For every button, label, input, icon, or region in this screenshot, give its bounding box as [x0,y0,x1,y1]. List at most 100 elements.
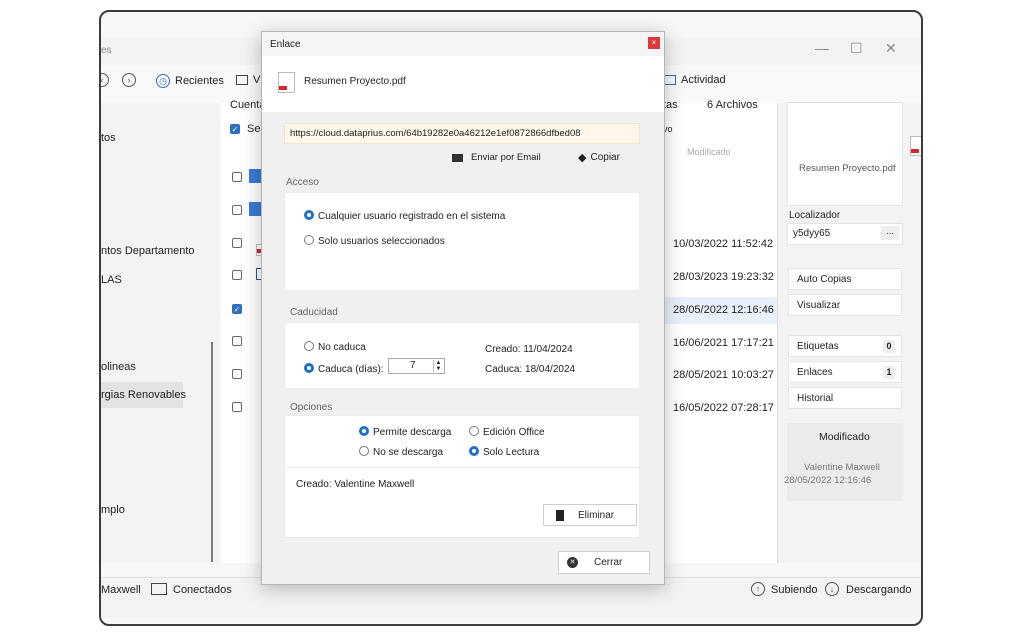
stepper-arrows-icon[interactable]: ▲ ▼ [433,360,443,372]
acceso-opt-selected-users[interactable]: Solo usuarios seleccionados [304,235,445,247]
row-checkbox[interactable] [232,402,242,412]
days-stepper[interactable]: 7 ▲ ▼ [388,358,445,374]
enlace-dialog: Enlace × Resumen Proyecto.pdf https://cl… [261,31,665,585]
view-label: V [253,74,261,86]
radio-icon [359,446,369,456]
localizador-more-button[interactable]: ... [881,226,899,240]
forward-icon[interactable]: › [122,73,136,87]
eliminar-label: Eliminar [578,509,615,521]
window-title: es [101,45,112,56]
modificado-user: Valentine Maxwell [804,462,880,473]
close-window-icon[interactable]: ✕ [885,40,897,57]
caduca-date: Caduca: 18/04/2024 [485,364,576,375]
dialog-close-icon[interactable]: × [648,37,660,49]
acceso-opt2-label: Solo usuarios seleccionados [318,236,445,247]
view-button[interactable]: V [236,74,260,86]
link-url-field[interactable]: https://cloud.dataprius.com/64b19282e0a4… [284,123,640,144]
activity-icon [664,75,676,85]
permite-descarga-option[interactable]: Permite descarga [359,426,451,438]
radio-icon [469,426,479,436]
eliminar-button[interactable]: Eliminar [543,504,637,526]
enlaces-button[interactable]: Enlaces 1 [788,361,902,383]
enlaces-count: 1 [883,366,895,379]
row-checkbox[interactable] [232,369,242,379]
dialog-title-bar: Enlace [262,32,664,56]
visualizar-label: Visualizar [797,300,841,311]
row-checkbox[interactable] [232,172,242,182]
row-checkbox[interactable] [232,238,242,248]
folder-icon [249,202,261,216]
modificado-date: 28/05/2022 12:16:46 [784,475,872,486]
sidebar-item[interactable]: mplo [101,504,125,516]
etiquetas-label: Etiquetas [797,341,839,352]
edicion-office-option[interactable]: Edición Office [469,426,545,438]
localizador-value: y5dyy65 [793,228,831,239]
row-checkbox[interactable] [232,205,242,215]
row-checkbox[interactable] [232,336,242,346]
sidebar-item[interactable]: olineas [101,361,136,373]
radio-selected-icon [304,363,314,373]
no-caduca-option[interactable]: No caduca [304,341,366,353]
recientes-button[interactable]: ◷ Recientes [156,74,224,88]
status-descargando[interactable]: Descargando [846,584,911,596]
acceso-opt-any-user[interactable]: Cualquier usuario registrado en el siste… [304,210,505,222]
caduca-option[interactable]: Caduca (días): [304,363,384,375]
opciones-panel [284,415,640,468]
radio-selected-icon [359,426,369,436]
minimize-icon[interactable]: — [815,40,829,56]
radio-selected-icon [304,210,314,220]
row-date: 16/06/2021 17:17:21 [673,337,774,349]
status-user: Maxwell [101,584,141,596]
days-value: 7 [410,360,416,371]
opciones-heading: Opciones [290,402,333,413]
folder-icon [249,169,261,183]
sidebar [101,103,221,563]
acceso-heading: Acceso [286,177,319,188]
dialog-file-name: Resumen Proyecto.pdf [304,76,406,87]
radio-selected-icon [469,446,479,456]
actividad-label: Actividad [681,74,726,86]
select-all-checkbox[interactable]: ✓ [230,124,240,134]
recent-icon: ◷ [156,74,170,88]
sidebar-scrollbar[interactable] [211,342,213,562]
row-date: 16/05/2022 07:28:17 [673,402,774,414]
col-modificado[interactable]: Modificado [687,147,731,157]
window-icon [236,75,248,85]
maximize-icon[interactable]: ☐ [850,40,863,57]
sidebar-item[interactable]: tos [101,132,116,144]
row-checkbox[interactable] [232,270,242,280]
enlaces-label: Enlaces [797,367,833,378]
row-date: 28/03/2023 19:23:32 [673,271,774,283]
actividad-button[interactable]: Actividad [664,74,726,86]
upload-icon: ↑ [751,582,765,596]
file-count: 6 Archivos [707,99,758,111]
copy-button[interactable]: ◆ Copiar [578,151,620,164]
historial-label: Historial [797,393,834,404]
radio-icon [304,341,314,351]
no-se-descarga-label: No se descarga [373,447,444,458]
solo-lectura-option[interactable]: Solo Lectura [469,446,539,458]
sidebar-item[interactable]: LAS [101,274,122,286]
radio-icon [304,235,314,245]
historial-button[interactable]: Historial [788,387,902,409]
no-se-descarga-option[interactable]: No se descarga [359,446,443,458]
email-label: Enviar por Email [471,152,541,163]
status-subiendo[interactable]: Subiendo [771,584,818,596]
row-date: 10/03/2022 11:52:42 [673,238,774,250]
row-date: 28/05/2022 12:16:46 [673,304,774,316]
sidebar-item[interactable]: ntos Departamento [101,245,195,257]
preview-file-name: Resumen Proyecto.pdf [799,163,896,174]
caduca-label: Caduca (días): [318,364,384,375]
cerrar-button[interactable]: ✕ Cerrar [558,551,650,574]
status-conectados[interactable]: Conectados [173,584,232,596]
envelope-icon [452,153,463,162]
recientes-label: Recientes [175,75,224,87]
email-button[interactable]: Enviar por Email [452,152,541,163]
permite-descarga-label: Permite descarga [373,427,452,438]
caducidad-heading: Caducidad [290,307,338,318]
auto-copias-button[interactable]: Auto Copias [788,268,902,290]
etiquetas-button[interactable]: Etiquetas 0 [788,335,902,357]
visualizar-button[interactable]: Visualizar [788,294,902,316]
row-checkbox-checked[interactable]: ✓ [232,304,242,314]
sidebar-item-selected[interactable]: rgias Renovables [101,389,186,401]
